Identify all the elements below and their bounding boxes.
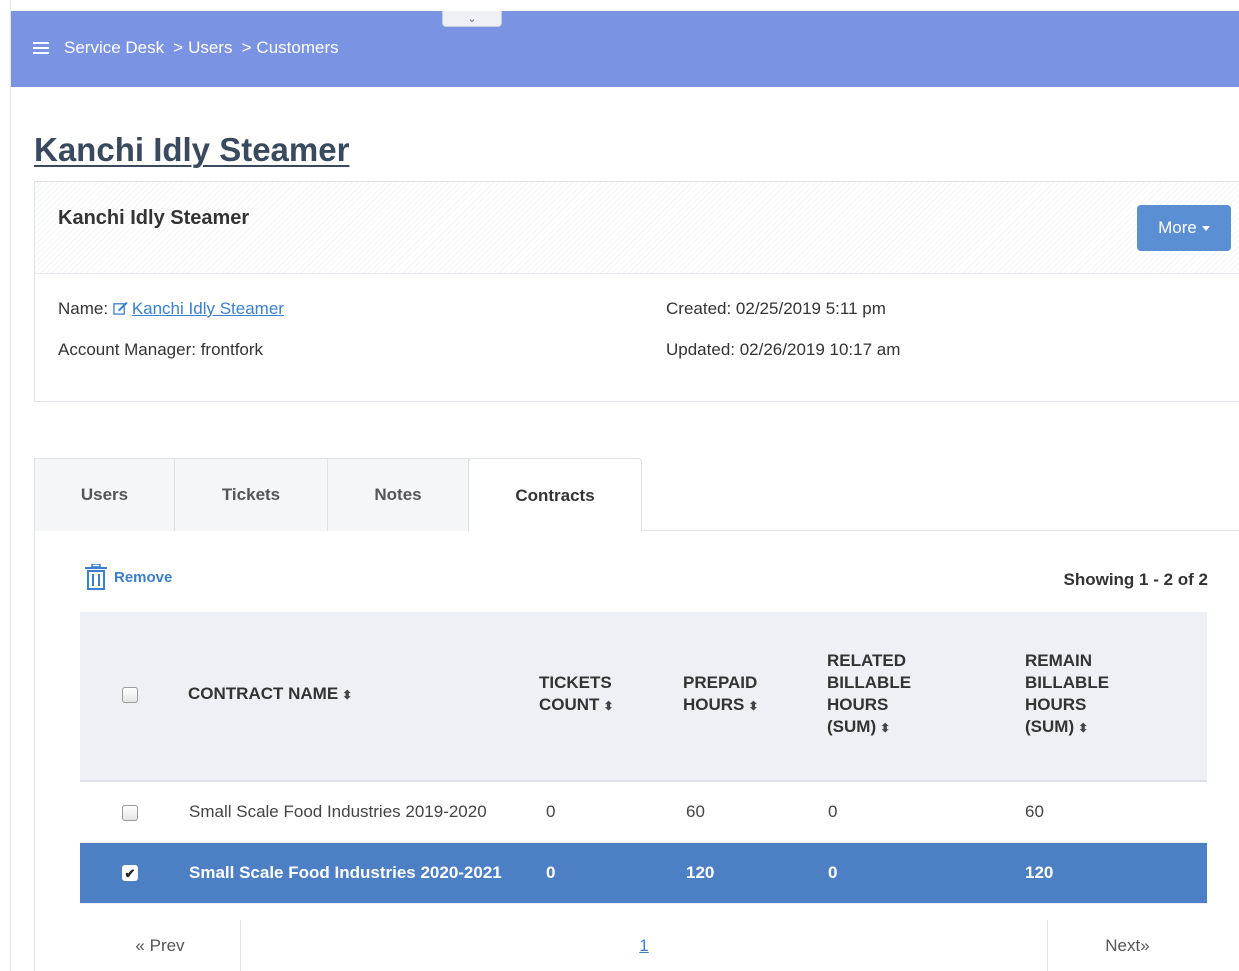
- sort-icon: ⬍: [342, 688, 353, 702]
- updated-date: Updated: 02/26/2019 10:17 am: [666, 340, 901, 359]
- remove-label: Remove: [114, 568, 173, 586]
- column-title: TICKETS: [539, 673, 612, 692]
- row-checkbox[interactable]: [122, 805, 138, 821]
- remain-billable-hours: 120: [1025, 863, 1054, 882]
- customer-card: Kanchi Idly Steamer More Name: Kanchi Id…: [34, 181, 1239, 402]
- page-link[interactable]: 1: [639, 936, 648, 956]
- sort-icon: ⬍: [1078, 721, 1089, 735]
- column-title: HOURS: [1025, 695, 1087, 714]
- column-title: BILLABLE: [1025, 673, 1110, 692]
- column-header-tickets-count[interactable]: TICKETS COUNT ⬍: [539, 672, 614, 717]
- column-title: (SUM): [1025, 717, 1075, 736]
- column-header-prepaid-hours[interactable]: PREPAID HOURS ⬍: [683, 672, 758, 717]
- customer-name-link[interactable]: Kanchi Idly Steamer: [113, 299, 284, 318]
- tab-tickets[interactable]: Tickets: [174, 458, 328, 531]
- customer-name-value: Kanchi Idly Steamer: [131, 299, 284, 318]
- tickets-count: 0: [546, 863, 556, 882]
- column-title: BILLABLE: [827, 673, 912, 692]
- card-header: Kanchi Idly Steamer More: [35, 182, 1239, 274]
- account-manager: Account Manager: frontfork: [58, 340, 264, 359]
- remain-billable-hours: 60: [1025, 802, 1044, 821]
- breadcrumb-separator: >: [241, 38, 252, 57]
- breadcrumb-separator: >: [173, 38, 184, 57]
- column-title: HOURS: [683, 695, 745, 714]
- created-date: Created: 02/25/2019 5:11 pm: [666, 299, 886, 318]
- column-header-contract-name[interactable]: CONTRACT NAME ⬍: [188, 683, 352, 706]
- prev-page-button[interactable]: « Prev: [80, 920, 241, 971]
- tab-notes[interactable]: Notes: [327, 458, 469, 531]
- column-header-related-billable-hours[interactable]: RELATED BILLABLE HOURS (SUM) ⬍: [827, 650, 911, 739]
- related-billable-hours: 0: [828, 802, 838, 821]
- column-title: COUNT: [539, 695, 600, 714]
- table-row[interactable]: Small Scale Food Industries 2019-2020 0 …: [80, 782, 1207, 843]
- prepaid-hours: 60: [686, 802, 705, 821]
- contract-name[interactable]: Small Scale Food Industries 2019-2020: [189, 802, 487, 822]
- breadcrumb-service-desk[interactable]: Service Desk: [64, 38, 164, 58]
- page-list: 1: [241, 920, 1047, 971]
- tab-bar: Users Tickets Notes Contracts: [34, 458, 1239, 532]
- column-title: CONTRACT NAME: [188, 684, 339, 703]
- tickets-count: 0: [546, 802, 556, 821]
- column-title: RELATED: [827, 651, 907, 670]
- more-button[interactable]: More: [1137, 205, 1231, 251]
- pagination: « Prev 1 Next»: [80, 920, 1207, 971]
- card-title: Kanchi Idly Steamer: [58, 207, 250, 229]
- sort-icon: ⬍: [603, 699, 614, 713]
- tab-contracts[interactable]: Contracts: [468, 458, 642, 532]
- caret-down-icon: [1201, 225, 1210, 231]
- breadcrumb-customers[interactable]: Customers: [256, 38, 338, 58]
- remove-button[interactable]: Remove: [84, 564, 172, 590]
- edit-icon: [113, 301, 128, 315]
- customer-name-row: Name: Kanchi Idly Steamer: [58, 299, 284, 319]
- contract-name[interactable]: Small Scale Food Industries 2020-2021: [189, 863, 502, 883]
- left-edge: [0, 0, 11, 971]
- column-title: HOURS: [827, 695, 889, 714]
- next-page-button[interactable]: Next»: [1047, 920, 1207, 971]
- related-billable-hours: 0: [828, 863, 838, 882]
- breadcrumb-users[interactable]: Users: [188, 38, 232, 58]
- name-label: Name:: [58, 299, 109, 318]
- sort-icon: ⬍: [880, 721, 891, 735]
- column-title: PREPAID: [683, 673, 758, 692]
- row-checkbox[interactable]: ✔: [122, 865, 138, 881]
- hamburger-icon[interactable]: [33, 42, 49, 54]
- column-title: (SUM): [827, 717, 877, 736]
- prepaid-hours: 120: [686, 863, 715, 882]
- showing-count: Showing 1 - 2 of 2: [1063, 570, 1208, 589]
- contracts-table: CONTRACT NAME ⬍ TICKETS COUNT ⬍ PREPAID HO…: [80, 612, 1207, 904]
- chevron-down-icon[interactable]: ⌄: [442, 11, 502, 27]
- select-all-checkbox[interactable]: [122, 687, 138, 703]
- tab-users[interactable]: Users: [34, 458, 175, 531]
- table-row[interactable]: ✔ Small Scale Food Industries 2020-2021 …: [80, 843, 1207, 904]
- more-button-label: More: [1158, 218, 1197, 237]
- table-header: CONTRACT NAME ⬍ TICKETS COUNT ⬍ PREPAID HO…: [80, 612, 1207, 782]
- trash-icon: [85, 564, 107, 590]
- sort-icon: ⬍: [748, 699, 759, 713]
- breadcrumb: Service Desk > Users > Customers: [33, 38, 339, 58]
- column-title: REMAIN: [1025, 651, 1093, 670]
- page-title[interactable]: Kanchi Idly Steamer: [34, 131, 349, 169]
- column-header-remain-billable-hours[interactable]: REMAIN BILLABLE HOURS (SUM) ⬍: [1025, 650, 1109, 739]
